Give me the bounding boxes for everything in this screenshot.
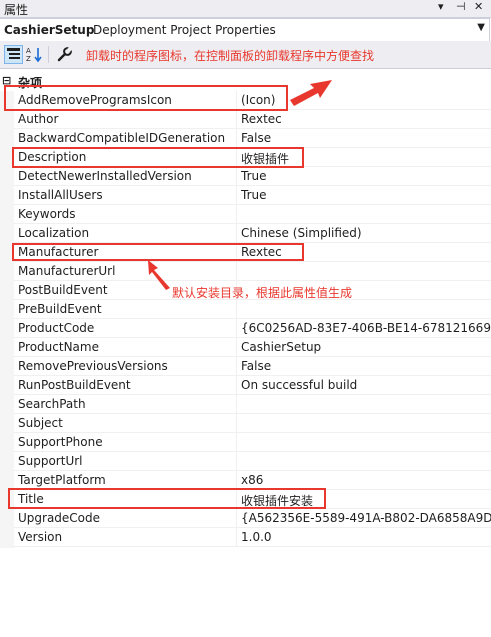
property-name: Author [18,112,59,126]
property-name: PostBuildEvent [18,283,108,297]
property-name: Version [18,530,63,544]
property-name: ManufacturerUrl [18,264,116,278]
column-divider[interactable] [236,129,237,148]
property-grid: ⊟ 杂项 AddRemoveProgramsIcon (Icon) Author Re… [0,72,491,548]
property-value[interactable]: On successful build [241,378,491,392]
panel-title: 属性 [4,3,29,17]
dropdown-arrow-icon[interactable]: ▼ [477,22,485,33]
column-divider[interactable] [236,110,237,129]
svg-text:A: A [26,47,31,55]
property-value[interactable]: False [241,359,491,373]
pin-icon[interactable]: ⊣ [456,0,466,13]
property-row[interactable]: ProductName CashierSetup [14,338,491,357]
column-divider[interactable] [236,357,237,376]
column-divider[interactable] [236,509,237,528]
property-row[interactable]: Version 1.0.0 [14,528,491,547]
property-value[interactable]: {6C0256AD-83E7-406B-BE14-678121669769 [241,321,491,335]
property-name: PreBuildEvent [18,302,102,316]
property-value[interactable]: CashierSetup [241,340,491,354]
property-toolbar: A Z 卸载时的程序图标，在控制面板的卸载程序中方便查找 [0,41,491,69]
property-name: InstallAllUsers [18,188,103,202]
column-divider[interactable] [236,167,237,186]
object-name: CashierSetup [4,23,95,37]
column-divider[interactable] [236,433,237,452]
annotation-manufacturer-note: 默认安装目录，根据此属性值生成 [172,286,353,300]
column-divider[interactable] [236,338,237,357]
property-name: BackwardCompatibleIDGeneration [18,131,226,145]
property-name: TargetPlatform [18,473,106,487]
svg-text:Z: Z [26,55,31,63]
column-divider[interactable] [236,319,237,338]
property-row[interactable]: ProductCode {6C0256AD-83E7-406B-BE14-6781… [14,319,491,338]
property-row[interactable]: RunPostBuildEvent On successful build [14,376,491,395]
column-divider[interactable] [236,395,237,414]
property-row[interactable]: InstallAllUsers True [14,186,491,205]
annotation-arrow-icon [148,260,170,290]
property-row[interactable]: DetectNewerInstalledVersion True [14,167,491,186]
alphabetical-sort-icon[interactable]: A Z [25,45,44,64]
toolbar-separator [48,46,49,63]
property-value[interactable]: False [241,131,491,145]
column-divider[interactable] [236,186,237,205]
property-row[interactable]: Subject [14,414,491,433]
annotation-arrow-icon [290,80,332,106]
property-name: DetectNewerInstalledVersion [18,169,192,183]
property-row[interactable]: Author Rextec [14,110,491,129]
property-value[interactable]: {A562356E-5589-491A-B802-DA6858A9DB5 [241,511,491,525]
column-divider[interactable] [236,414,237,433]
property-name: ProductCode [18,321,95,335]
property-name: SupportUrl [18,454,83,468]
property-row[interactable]: SupportPhone [14,433,491,452]
property-name: SupportPhone [18,435,103,449]
highlight-box-title [8,488,326,509]
property-name: Keywords [18,207,76,221]
categorized-view-icon[interactable] [4,45,23,64]
property-value[interactable]: Chinese (Simplified) [241,226,491,240]
wrench-icon[interactable] [55,45,74,64]
column-divider[interactable] [236,205,237,224]
object-type: Deployment Project Properties [93,23,276,37]
property-row[interactable]: BackwardCompatibleIDGeneration False [14,129,491,148]
property-value[interactable]: True [241,169,491,183]
column-divider[interactable] [236,262,237,281]
column-divider[interactable] [236,224,237,243]
property-row[interactable]: SearchPath [14,395,491,414]
property-value[interactable]: x86 [241,473,491,487]
highlight-box-icon [4,85,288,111]
panel-titlebar: 属性 ▾ ⊣ ✕ [0,0,491,18]
property-row[interactable]: SupportUrl [14,452,491,471]
property-row[interactable]: Localization Chinese (Simplified) [14,224,491,243]
column-divider[interactable] [236,300,237,319]
property-name: RunPostBuildEvent [18,378,131,392]
column-divider[interactable] [236,452,237,471]
highlight-box-description [12,147,304,168]
property-row[interactable]: ManufacturerUrl [14,262,491,281]
property-name: RemovePreviousVersions [18,359,168,373]
property-value[interactable]: Rextec [241,112,491,126]
property-row[interactable]: Keywords [14,205,491,224]
property-name: UpgradeCode [18,511,101,525]
chevron-down-icon[interactable]: ▾ [438,0,444,13]
annotation-icon-note: 卸载时的程序图标，在控制面板的卸载程序中方便查找 [86,49,375,63]
close-icon[interactable]: ✕ [474,0,483,13]
property-name: Localization [18,226,90,240]
property-value[interactable]: True [241,188,491,202]
object-selector[interactable]: CashierSetup Deployment Project Properti… [0,18,490,42]
column-divider[interactable] [236,528,237,547]
property-row[interactable]: PreBuildEvent [14,300,491,319]
property-value[interactable]: 1.0.0 [241,530,491,544]
property-name: Subject [18,416,63,430]
property-row[interactable]: UpgradeCode {A562356E-5589-491A-B802-DA68… [14,509,491,528]
property-name: SearchPath [18,397,86,411]
column-divider[interactable] [236,376,237,395]
property-name: ProductName [18,340,99,354]
property-row[interactable]: RemovePreviousVersions False [14,357,491,376]
